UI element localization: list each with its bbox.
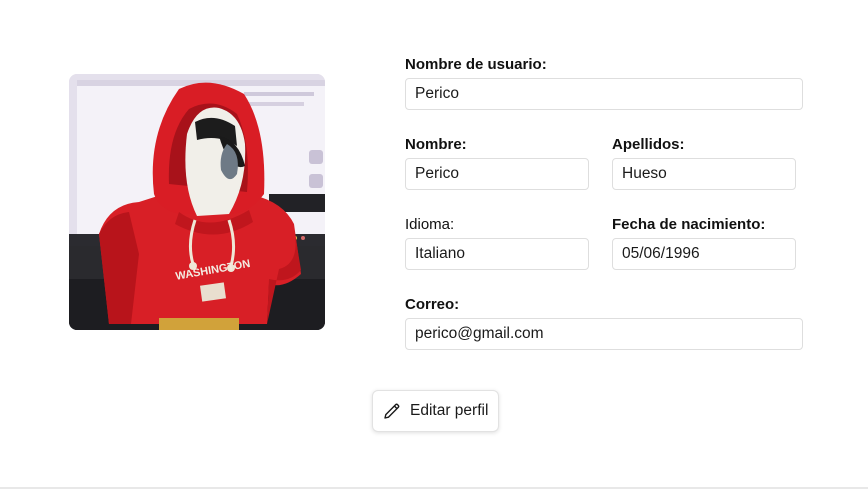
language-input[interactable] [405,238,589,270]
edit-profile-label: Editar perfil [410,402,489,419]
first-name-label: Nombre: [405,136,467,153]
birth-date-input[interactable] [612,238,796,270]
email-input[interactable] [405,318,803,350]
parrot-photo-image: WASHINGTON [69,74,325,330]
birth-date-label: Fecha de nacimiento: [612,216,766,233]
first-name-field-group: Nombre: [405,136,589,190]
language-label: Idioma: [405,216,455,233]
email-field-group: Correo: [405,296,803,350]
language-field-group: Idioma: [405,216,589,270]
first-name-input[interactable] [405,158,589,190]
email-label: Correo: [405,296,460,313]
edit-profile-button[interactable]: Editar perfil [372,390,499,432]
bottom-divider [0,487,868,489]
last-name-input[interactable] [612,158,796,190]
pencil-icon [382,401,402,421]
birth-date-field-group: Fecha de nacimiento: [612,216,796,270]
profile-photo: WASHINGTON [69,74,325,330]
last-name-field-group: Apellidos: [612,136,796,190]
username-field-group: Nombre de usuario: [405,56,803,110]
last-name-label: Apellidos: [612,136,685,153]
username-label: Nombre de usuario: [405,56,547,73]
username-input[interactable] [405,78,803,110]
